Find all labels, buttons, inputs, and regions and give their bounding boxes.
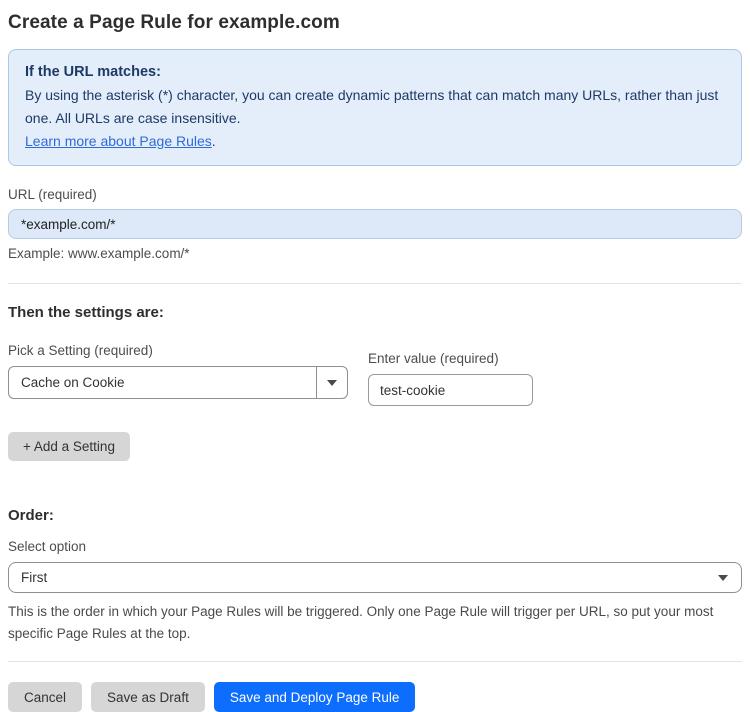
order-select-label: Select option xyxy=(8,539,87,554)
order-select[interactable]: First xyxy=(8,562,742,593)
learn-more-link[interactable]: Learn more about Page Rules xyxy=(25,133,212,149)
page-title: Create a Page Rule for example.com xyxy=(8,12,340,33)
chevron-down-icon xyxy=(327,379,337,386)
order-select-value: First xyxy=(21,570,48,585)
setting-value-input[interactable] xyxy=(368,374,533,406)
divider-bottom xyxy=(8,661,742,662)
add-setting-button[interactable]: + Add a Setting xyxy=(8,432,130,461)
chevron-down-icon xyxy=(718,574,728,581)
order-select-arrow-wrap xyxy=(718,574,741,581)
page-rule-form: Create a Page Rule for example.com If th… xyxy=(0,0,750,712)
url-matches-info-box: If the URL matches: By using the asteris… xyxy=(8,49,742,166)
info-box-link-line: Learn more about Page Rules. xyxy=(25,130,725,153)
settings-section-heading: Then the settings are: xyxy=(8,304,164,321)
setting-dropdown[interactable]: Cache on Cookie xyxy=(8,366,348,399)
link-suffix: . xyxy=(211,133,216,149)
url-field-label: URL (required) xyxy=(8,187,97,202)
info-box-heading: If the URL matches: xyxy=(25,64,161,80)
save-and-deploy-button[interactable]: Save and Deploy Page Rule xyxy=(213,682,416,712)
settings-row: Pick a Setting (required) Cache on Cooki… xyxy=(8,343,742,406)
order-help-text: This is the order in which your Page Rul… xyxy=(8,604,714,641)
setting-dropdown-value: Cache on Cookie xyxy=(21,375,125,390)
url-input[interactable] xyxy=(8,209,742,239)
cancel-button[interactable]: Cancel xyxy=(8,682,83,712)
form-actions: Cancel Save as Draft Save and Deploy Pag… xyxy=(8,682,742,712)
url-example-text: Example: www.example.com/* xyxy=(8,246,190,261)
setting-picker-column: Pick a Setting (required) Cache on Cooki… xyxy=(8,343,348,406)
setting-dropdown-arrow-button[interactable] xyxy=(316,367,347,398)
setting-value-column: Enter value (required) xyxy=(368,343,533,406)
save-as-draft-button[interactable]: Save as Draft xyxy=(91,682,205,712)
order-section-heading: Order: xyxy=(8,507,54,524)
divider-top xyxy=(8,283,742,284)
info-box-body: By using the asterisk (*) character, you… xyxy=(25,87,719,126)
setting-value-label: Enter value (required) xyxy=(368,351,499,366)
setting-picker-label: Pick a Setting (required) xyxy=(8,343,153,358)
